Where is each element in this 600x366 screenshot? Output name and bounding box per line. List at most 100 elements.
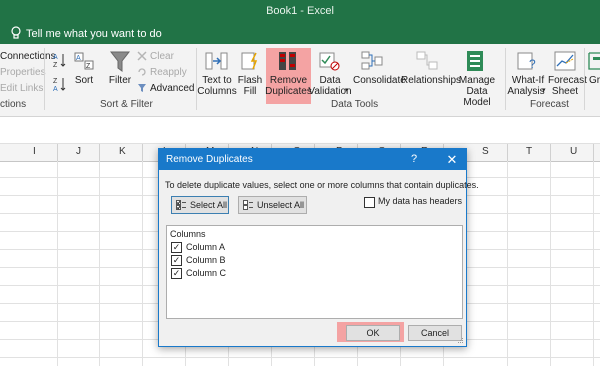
column-c-checkbox[interactable]: ✓ (171, 268, 182, 279)
ribbon: Connections Properties Edit Links ctions… (0, 44, 600, 117)
column-header-u[interactable]: U (570, 146, 577, 157)
chevron-down-icon: ▾ (542, 87, 546, 94)
ribbon-separator (584, 48, 585, 110)
connections-group-label: ctions (0, 99, 27, 110)
sort-button[interactable]: Sort (72, 75, 96, 86)
column-divider (550, 144, 551, 161)
reapply-button[interactable]: Reapply (150, 67, 187, 78)
unselect-all-label: Unselect All (257, 200, 305, 210)
forecast-sheet-icon (554, 51, 576, 71)
dialog-title: Remove Duplicates (166, 154, 253, 165)
flash-fill-label-2[interactable]: Fill (236, 86, 264, 97)
data-tools-group-label: Data Tools (331, 99, 379, 110)
consolidate-button[interactable]: Consolidate (353, 75, 406, 86)
what-if-analysis-label-1[interactable]: What-If (510, 75, 546, 86)
grid-line (57, 161, 58, 366)
sort-icon[interactable]: A Z (74, 51, 96, 73)
sort-za-icon[interactable]: Z A (53, 76, 67, 92)
manage-data-model-label-2[interactable]: Data Model (453, 86, 501, 108)
column-b-label: Column B (186, 255, 226, 265)
dialog-title-bar[interactable]: Remove Duplicates ? ✕ (159, 149, 466, 170)
column-b-checkbox[interactable]: ✓ (171, 255, 182, 266)
group-button[interactable]: Gr (589, 75, 600, 86)
consolidate-icon (361, 51, 383, 70)
select-all-button[interactable]: Select All (171, 196, 229, 214)
grid-line (99, 161, 100, 366)
column-divider (507, 144, 508, 161)
tell-me-bar[interactable]: Tell me what you want to do (0, 24, 600, 44)
column-header-i[interactable]: I (33, 146, 36, 157)
svg-text:A: A (53, 54, 58, 61)
column-a-label: Column A (186, 242, 226, 252)
remove-duplicates-dialog: Remove Duplicates ? ✕ To delete duplicat… (158, 148, 479, 347)
chevron-down-icon: ▾ (345, 87, 349, 94)
help-button[interactable]: ? (411, 153, 417, 165)
manage-data-model-label-1[interactable]: Manage (458, 75, 496, 86)
svg-text:?: ? (529, 57, 536, 71)
my-data-has-headers-label[interactable]: My data has headers (378, 196, 462, 206)
close-button[interactable]: ✕ (440, 150, 464, 169)
data-validation-label-1[interactable]: Data (312, 75, 348, 86)
reapply-icon (138, 68, 146, 76)
flash-fill-icon (241, 52, 258, 70)
manage-data-model-icon (467, 51, 483, 71)
lightbulb-icon (11, 26, 21, 39)
column-header-t[interactable]: T (526, 146, 532, 157)
resize-grip-icon[interactable] (458, 338, 464, 344)
advanced-icon (138, 84, 146, 92)
clear-button[interactable]: Clear (150, 51, 174, 62)
text-to-columns-icon (205, 52, 228, 70)
forecast-sheet-label-2[interactable]: Sheet (548, 86, 582, 97)
remove-duplicates-icon (279, 52, 296, 70)
column-divider (99, 144, 100, 161)
cancel-button[interactable]: Cancel (408, 325, 462, 341)
properties-button[interactable]: Properties (0, 67, 46, 78)
dialog-description: To delete duplicate values, select one o… (165, 180, 479, 190)
ok-button[interactable]: OK (346, 325, 400, 341)
column-divider (593, 144, 594, 161)
flash-fill-label-1[interactable]: Flash (236, 75, 264, 86)
text-to-columns-label-1[interactable]: Text to (198, 75, 236, 86)
my-data-has-headers-checkbox[interactable] (364, 197, 375, 208)
column-divider (142, 144, 143, 161)
remove-duplicates-label-2[interactable]: Duplicates (264, 86, 313, 97)
grid-line (0, 357, 600, 358)
column-a-checkbox[interactable]: ✓ (171, 242, 182, 253)
select-all-label: Select All (190, 200, 228, 210)
sort-filter-group-label: Sort & Filter (100, 99, 153, 110)
grid-line (507, 161, 508, 366)
columns-list: Columns ✓ Column A ✓ Column B ✓ Column C (166, 225, 463, 319)
ribbon-separator (196, 48, 197, 110)
relationships-icon (416, 51, 438, 70)
group-icon (588, 52, 600, 70)
what-if-analysis-label-2[interactable]: Analysis (506, 86, 546, 97)
filter-icon[interactable] (110, 50, 130, 74)
ribbon-separator (44, 48, 45, 110)
edit-links-button[interactable]: Edit Links (0, 83, 43, 94)
relationships-button[interactable]: Relationships (401, 75, 461, 86)
svg-text:A: A (53, 86, 58, 92)
column-c-label: Column C (186, 268, 227, 278)
filter-button[interactable]: Filter (106, 75, 134, 86)
forecast-sheet-label-1[interactable]: Forecast (548, 75, 587, 86)
column-divider (57, 144, 58, 161)
window-title: Book1 - Excel (266, 5, 334, 17)
grid-line (550, 161, 551, 366)
column-header-j[interactable]: J (76, 146, 81, 157)
column-header-k[interactable]: K (119, 146, 126, 157)
connections-button[interactable]: Connections (0, 51, 56, 62)
what-if-analysis-icon: ? (517, 52, 536, 71)
columns-heading: Columns (170, 229, 206, 239)
svg-text:Z: Z (53, 62, 58, 68)
clear-icon (137, 51, 147, 61)
column-header-s[interactable]: S (482, 146, 489, 157)
text-to-columns-label-2[interactable]: Columns (196, 86, 238, 97)
svg-text:Z: Z (53, 78, 58, 85)
tell-me-input[interactable]: Tell me what you want to do (26, 28, 162, 40)
unselect-all-icon (243, 200, 253, 210)
sort-az-icon[interactable]: A Z (53, 52, 67, 68)
unselect-all-button[interactable]: Unselect All (238, 196, 307, 214)
title-bar: Book1 - Excel (0, 0, 600, 24)
advanced-button[interactable]: Advanced (150, 83, 194, 94)
remove-duplicates-label-1[interactable]: Remove (266, 75, 311, 86)
